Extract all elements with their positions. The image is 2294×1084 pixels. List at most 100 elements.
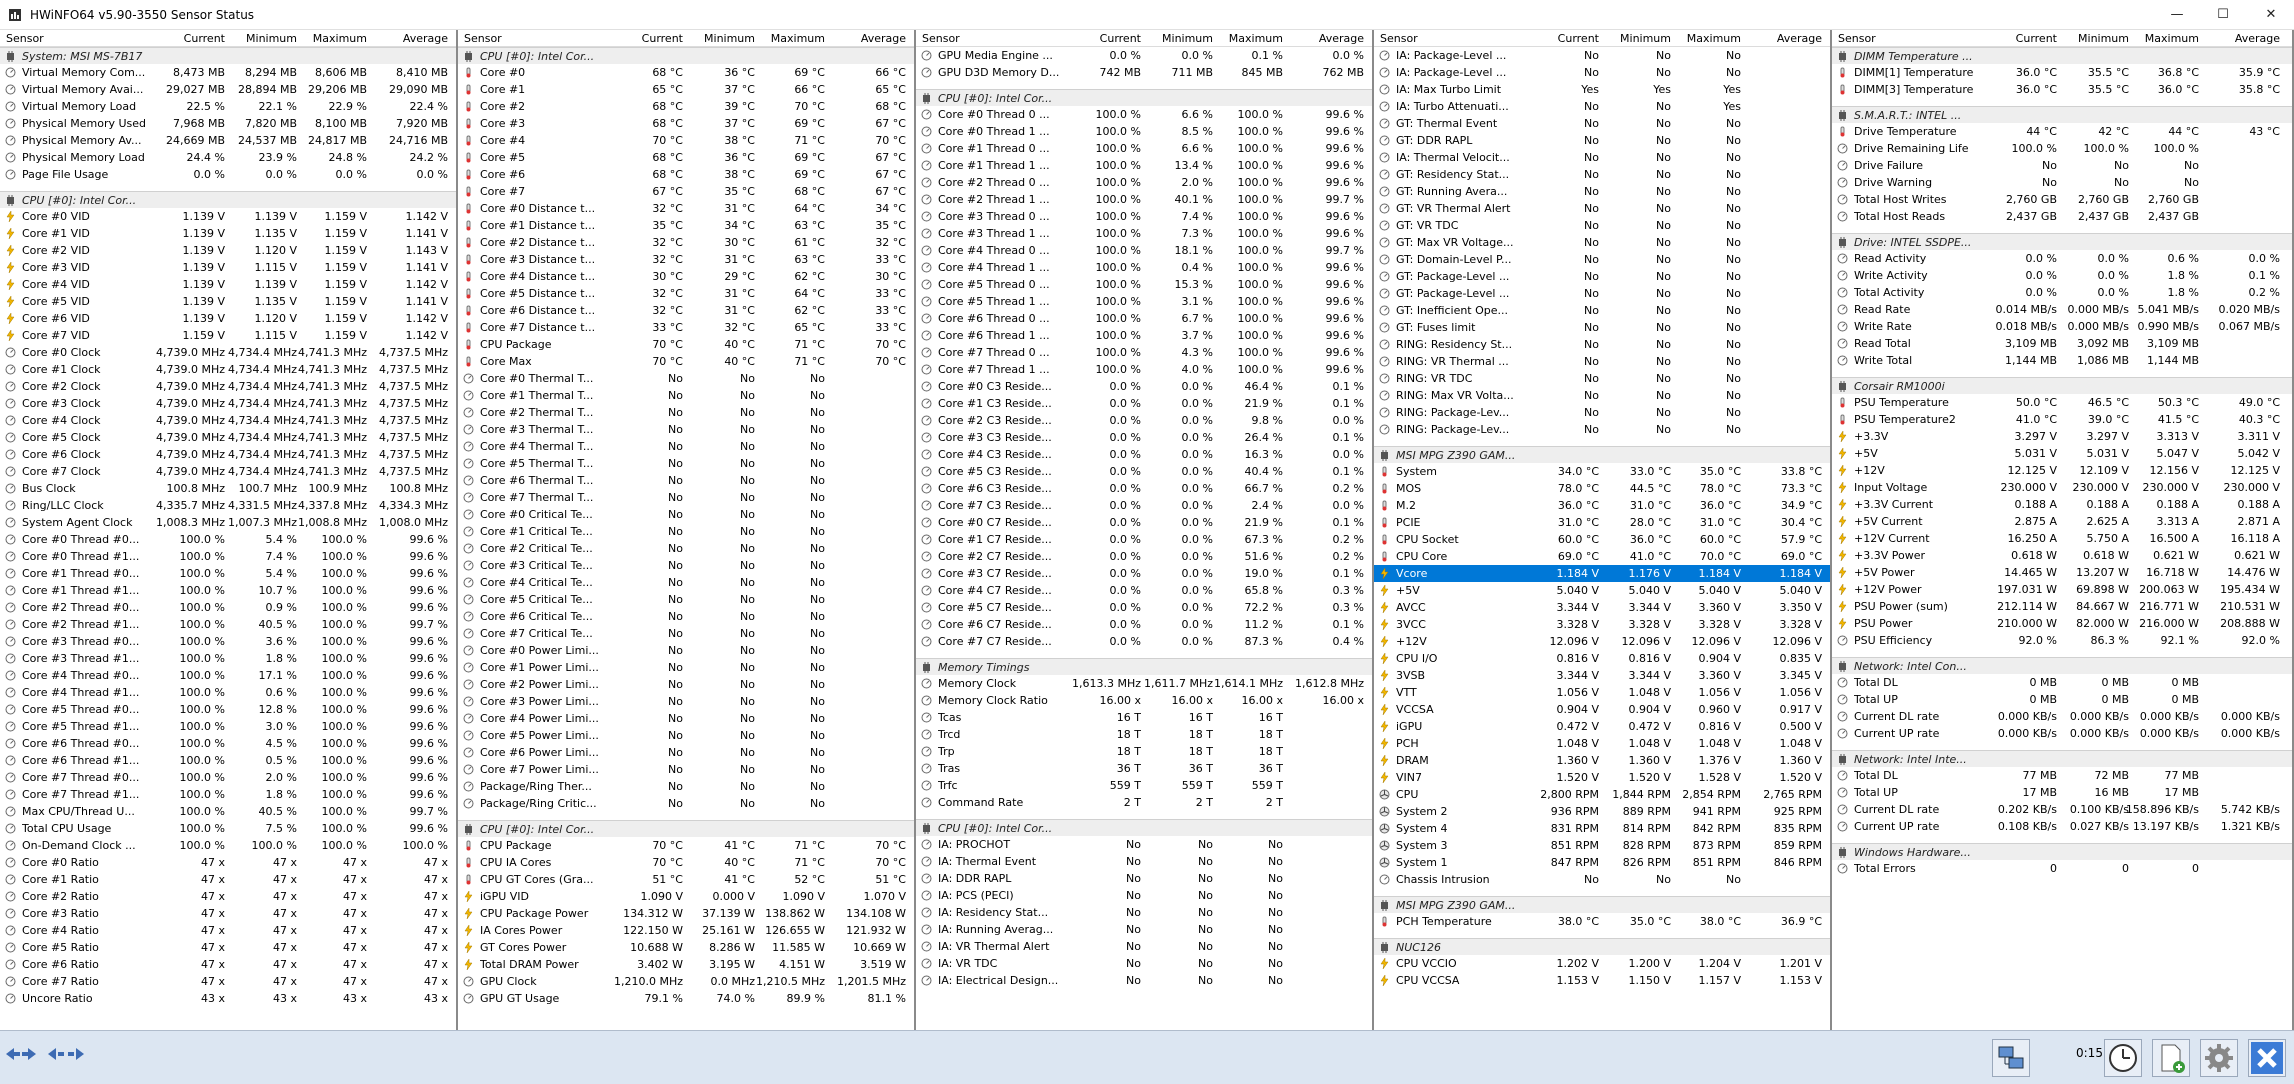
sensor-row[interactable]: Core #6 C3 Reside... 0.0 % 0.0 % 66.7 % 0.2 … <box>916 480 1372 497</box>
sensor-row[interactable]: Core #3 Power Limi... No No No <box>458 693 914 710</box>
sensor-row[interactable]: Core #2 Thermal T... No No No <box>458 404 914 421</box>
sensor-row[interactable]: Core #5 Ratio 47 x 47 x 47 x 47 x <box>0 939 456 956</box>
sensor-group-header[interactable]: DIMM Temperature ... <box>1832 47 2292 64</box>
sensor-row[interactable]: +12V Power 197.031 W 69.898 W 200.063 W 195.… <box>1832 581 2292 598</box>
sensor-column-1[interactable]: Sensor Current Minimum Maximum Average System… <box>0 30 458 1030</box>
sensor-group-header[interactable]: Memory Timings <box>916 658 1372 675</box>
sensor-row[interactable]: Drive Temperature 44 °C 42 °C 44 °C 43 °C <box>1832 123 2292 140</box>
sensor-row[interactable]: +5V 5.040 V 5.040 V 5.040 V 5.040 V <box>1374 582 1830 599</box>
sensor-row[interactable]: CPU I/O 0.816 V 0.816 V 0.904 V 0.835 V <box>1374 650 1830 667</box>
header-current[interactable]: Current <box>613 30 683 47</box>
sensor-row[interactable]: Tras 36 T 36 T 36 T <box>916 760 1372 777</box>
sensor-row[interactable]: RING: Max VR Volta... No No No <box>1374 387 1830 404</box>
sensor-row[interactable]: Core #5 Power Limi... No No No <box>458 727 914 744</box>
sensor-row[interactable]: System 4 831 RPM 814 RPM 842 RPM 835 RPM <box>1374 820 1830 837</box>
sensor-row[interactable]: Max CPU/Thread U... 100.0 % 40.5 % 100.0 % 9… <box>0 803 456 820</box>
sensor-row[interactable]: Core #0 Thread #0... 100.0 % 5.4 % 100.0 % 9… <box>0 531 456 548</box>
sensor-row[interactable]: Core #1 Critical Te... No No No <box>458 523 914 540</box>
sensor-group-header[interactable]: System: MSI MS-7B17 <box>0 47 456 64</box>
sensor-row[interactable]: Core #4 70 °C 38 °C 71 °C 70 °C <box>458 132 914 149</box>
sensor-row[interactable]: Total Activity 0.0 % 0.0 % 1.8 % 0.2 % <box>1832 284 2292 301</box>
sensor-row[interactable]: Core #4 C3 Reside... 0.0 % 0.0 % 16.3 % 0.0 … <box>916 446 1372 463</box>
sensor-row[interactable]: Core #6 Ratio 47 x 47 x 47 x 47 x <box>0 956 456 973</box>
sensor-group-header[interactable]: CPU [#0]: Intel Cor... <box>916 819 1372 836</box>
sensor-row[interactable]: Total DRAM Power 3.402 W 3.195 W 4.151 W 3.5… <box>458 956 914 973</box>
sensor-row[interactable]: Drive Failure No No No <box>1832 157 2292 174</box>
sensor-row[interactable]: Bus Clock 100.8 MHz 100.7 MHz 100.9 MHz 100.… <box>0 480 456 497</box>
sensor-row[interactable]: Total DL 77 MB 72 MB 77 MB <box>1832 767 2292 784</box>
sensor-row[interactable]: Physical Memory Load 24.4 % 23.9 % 24.8 % 24… <box>0 149 456 166</box>
sensor-group-header[interactable]: MSI MPG Z390 GAM... <box>1374 446 1830 463</box>
sensor-row[interactable]: Core #4 Thread 1 ... 100.0 % 0.4 % 100.0 % 9… <box>916 259 1372 276</box>
sensor-row[interactable]: Core #7 Thread #1... 100.0 % 1.8 % 100.0 % 9… <box>0 786 456 803</box>
sensor-row[interactable]: IA Cores Power 122.150 W 25.161 W 126.655 W… <box>458 922 914 939</box>
sensor-row[interactable]: CPU GT Cores (Gra... 51 °C 41 °C 52 °C 51 °C <box>458 871 914 888</box>
sensor-row[interactable]: Page File Usage 0.0 % 0.0 % 0.0 % 0.0 % <box>0 166 456 183</box>
sensor-row[interactable]: MOS 78.0 °C 44.5 °C 78.0 °C 73.3 °C <box>1374 480 1830 497</box>
sensor-row[interactable]: Core #1 Clock 4,739.0 MHz 4,734.4 MHz 4,741… <box>0 361 456 378</box>
network-button[interactable] <box>1992 1039 2030 1077</box>
sensor-column-3[interactable]: Sensor Current Minimum Maximum Average GPU Me… <box>916 30 1374 1030</box>
sensor-row[interactable]: CPU Core 69.0 °C 41.0 °C 70.0 °C 69.0 °C <box>1374 548 1830 565</box>
sensor-row[interactable]: Core #3 Distance t... 32 °C 31 °C 63 °C 33 °… <box>458 251 914 268</box>
sensor-row[interactable]: GT: Fuses limit No No No <box>1374 319 1830 336</box>
sensor-row[interactable]: +3.3V Power 0.618 W 0.618 W 0.621 W 0.621 W <box>1832 547 2292 564</box>
sensor-row[interactable]: Memory Clock Ratio 16.00 x 16.00 x 16.00 x1… <box>916 692 1372 709</box>
sensor-row[interactable]: Core #1 C7 Reside... 0.0 % 0.0 % 67.3 % 0.2 … <box>916 531 1372 548</box>
sensor-row[interactable]: Core #5 Thread #0... 100.0 % 12.8 % 100.0 %… <box>0 701 456 718</box>
sensor-row[interactable]: Current DL rate 0.202 KB/s 0.100 KB/s 158.8… <box>1832 801 2292 818</box>
sensor-row[interactable]: Core #3 VID 1.139 V 1.115 V 1.159 V 1.141 V <box>0 259 456 276</box>
sensor-row[interactable]: Core #2 Distance t... 32 °C 30 °C 61 °C 32 °… <box>458 234 914 251</box>
sensor-row[interactable]: Core #2 Thread #1... 100.0 % 40.5 % 100.0 %… <box>0 616 456 633</box>
sensor-row[interactable]: 3VCC 3.328 V 3.328 V 3.328 V 3.328 V <box>1374 616 1830 633</box>
sensor-row[interactable]: Core #4 Clock 4,739.0 MHz 4,734.4 MHz 4,741… <box>0 412 456 429</box>
sensor-row[interactable]: iGPU 0.472 V 0.472 V 0.816 V 0.500 V <box>1374 718 1830 735</box>
sensor-row[interactable]: Core #6 Clock 4,739.0 MHz 4,734.4 MHz 4,741… <box>0 446 456 463</box>
sensor-row[interactable]: Core #3 Thread 0 ... 100.0 % 7.4 % 100.0 % 9… <box>916 208 1372 225</box>
sensor-row[interactable]: CPU Socket 60.0 °C 36.0 °C 60.0 °C 57.9 °C <box>1374 531 1830 548</box>
sensor-row[interactable]: Core #4 Thermal T... No No No <box>458 438 914 455</box>
sensor-row[interactable]: Core #0 68 °C 36 °C 69 °C 66 °C <box>458 64 914 81</box>
sensor-row[interactable]: System 2 936 RPM 889 RPM 941 RPM 925 RPM <box>1374 803 1830 820</box>
sensor-row[interactable]: Core #5 Critical Te... No No No <box>458 591 914 608</box>
sensor-row[interactable]: Core #4 Power Limi... No No No <box>458 710 914 727</box>
sensor-group-header[interactable]: Network: Intel Con... <box>1832 657 2292 674</box>
close-window-button[interactable]: ✕ <box>2248 0 2294 30</box>
sensor-row[interactable]: Input Voltage 230.000 V 230.000 V 230.000 V… <box>1832 479 2292 496</box>
sensor-row[interactable]: Read Total 3,109 MB 3,092 MB 3,109 MB <box>1832 335 2292 352</box>
sensor-row[interactable]: +5V Current 2.875 A 2.625 A 3.313 A 2.871 A <box>1832 513 2292 530</box>
sensor-row[interactable]: +3.3V Current 0.188 A 0.188 A 0.188 A 0.188 … <box>1832 496 2292 513</box>
sensor-row[interactable]: Core #7 67 °C 35 °C 68 °C 67 °C <box>458 183 914 200</box>
maximize-button[interactable]: ☐ <box>2200 0 2246 30</box>
sensor-row[interactable]: Ring/LLC Clock 4,335.7 MHz 4,331.5 MHz 4,33… <box>0 497 456 514</box>
sensor-row[interactable]: Core #1 Thermal T... No No No <box>458 387 914 404</box>
sensor-group-header[interactable]: CPU [#0]: Intel Cor... <box>0 191 456 208</box>
sensor-row[interactable]: CPU Package 70 °C 41 °C 71 °C 70 °C <box>458 837 914 854</box>
sensor-row[interactable]: Drive Remaining Life 100.0 % 100.0 % 100.0 … <box>1832 140 2292 157</box>
minimize-button[interactable]: — <box>2154 0 2200 30</box>
sensor-row[interactable]: GPU GT Usage 79.1 % 74.0 % 89.9 % 81.1 % <box>458 990 914 1007</box>
sensor-row[interactable]: Core #7 C3 Reside... 0.0 % 0.0 % 2.4 % 0.0 % <box>916 497 1372 514</box>
sensor-row[interactable]: System Agent Clock 1,008.3 MHz 1,007.3 MHz… <box>0 514 456 531</box>
sensor-row[interactable]: Total Errors 0 0 0 <box>1832 860 2292 877</box>
sensor-row[interactable]: Command Rate 2 T2 T2 T <box>916 794 1372 811</box>
sensor-row[interactable]: Core #6 Thread #1... 100.0 % 0.5 % 100.0 % 9… <box>0 752 456 769</box>
sensor-row[interactable]: PSU Efficiency 92.0 % 86.3 % 92.1 % 92.0 % <box>1832 632 2292 649</box>
sensor-row[interactable]: PSU Temperature2 41.0 °C 39.0 °C 41.5 °C 40.… <box>1832 411 2292 428</box>
sensor-group-header[interactable]: NUC126 <box>1374 938 1830 955</box>
header-sensor[interactable]: Sensor <box>1380 30 1528 47</box>
sensor-row[interactable]: GPU Clock 1,210.0 MHz 0.0 MHz 1,210.5 MHz 1,… <box>458 973 914 990</box>
sensor-column-2[interactable]: Sensor Current Minimum Maximum Average CPU [#… <box>458 30 916 1030</box>
sensor-row[interactable]: Total Host Reads 2,437 GB 2,437 GB 2,437 GB <box>1832 208 2292 225</box>
sensor-row[interactable]: Drive Warning No No No <box>1832 174 2292 191</box>
sensor-row[interactable]: Core #3 Thread #1... 100.0 % 1.8 % 100.0 % 9… <box>0 650 456 667</box>
header-minimum[interactable]: Minimum <box>685 30 755 47</box>
sensor-row[interactable]: CPU IA Cores 70 °C 40 °C 71 °C 70 °C <box>458 854 914 871</box>
header-sensor[interactable]: Sensor <box>6 30 154 47</box>
header-current[interactable]: Current <box>1529 30 1599 47</box>
sensor-row[interactable]: Core #0 C3 Reside... 0.0 % 0.0 % 46.4 % 0.1 … <box>916 378 1372 395</box>
sensor-row[interactable]: Core #0 Thread 0 ... 100.0 % 6.6 % 100.0 % 9… <box>916 106 1372 123</box>
sensor-row[interactable]: Core #7 C7 Reside... 0.0 % 0.0 % 87.3 % 0.4 … <box>916 633 1372 650</box>
sensor-row[interactable]: Core #7 VID 1.159 V 1.115 V 1.159 V 1.142 V <box>0 327 456 344</box>
sensor-row[interactable]: Core #2 Clock 4,739.0 MHz 4,734.4 MHz 4,741… <box>0 378 456 395</box>
